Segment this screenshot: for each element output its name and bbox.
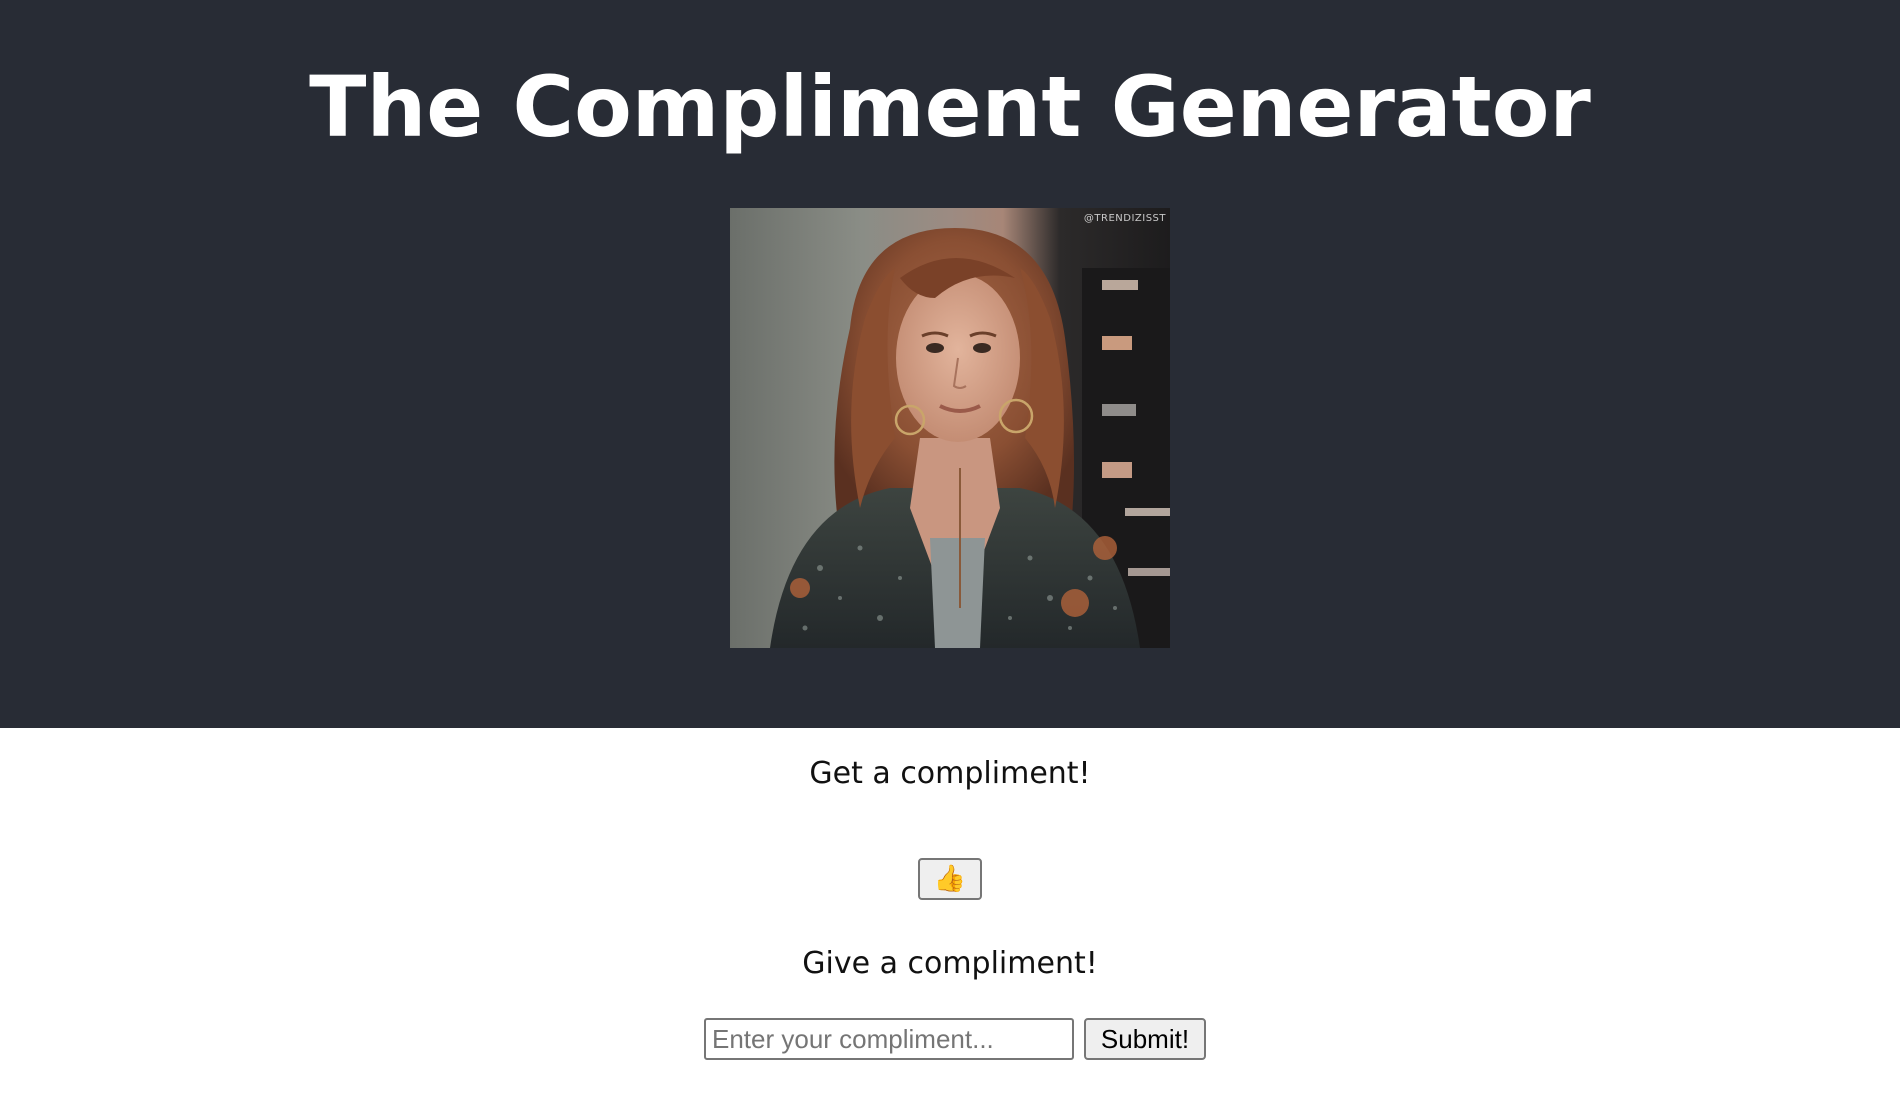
hero-gif-image: @TRENDIZISST [730,208,1170,648]
get-compliment-button[interactable]: 👍 [918,858,982,900]
give-compliment-heading: Give a compliment! [802,946,1098,981]
submit-button[interactable]: Submit! [1084,1018,1206,1060]
compliment-input[interactable] [704,1018,1074,1060]
hero-header: The Compliment Generator @TRENDIZISST [0,0,1900,728]
page-title: The Compliment Generator [309,58,1591,156]
image-watermark: @TRENDIZISST [1083,213,1166,224]
thumbs-up-icon: 👍 [933,864,967,894]
get-compliment-heading: Get a compliment! [809,756,1091,791]
